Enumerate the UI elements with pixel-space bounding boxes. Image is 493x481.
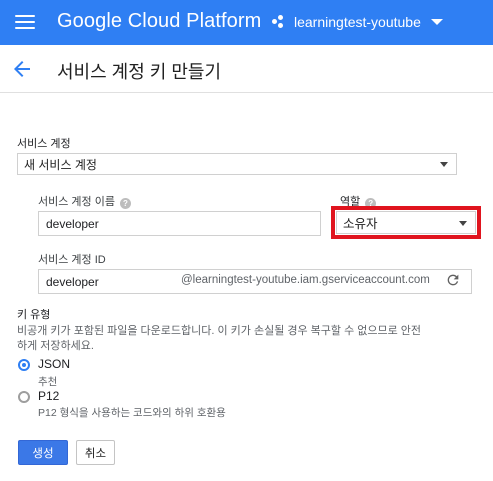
product-title[interactable]: Google Cloud Platform (57, 10, 261, 33)
key-type-description-line2: 하게 저장하세요. (17, 340, 94, 352)
service-account-select[interactable]: 새 서비스 계정 (17, 153, 457, 175)
radio-json-label[interactable]: JSON (38, 357, 70, 371)
cancel-button[interactable]: 취소 (76, 440, 115, 465)
radio-json[interactable] (18, 359, 30, 371)
create-button[interactable]: 생성 (18, 440, 68, 465)
account-name-label: 서비스 계정 이름? (38, 193, 131, 209)
caret-down-icon (440, 162, 448, 167)
help-icon[interactable]: ? (119, 198, 131, 209)
refresh-icon[interactable] (445, 272, 461, 288)
account-name-label-text: 서비스 계정 이름 (38, 196, 115, 208)
account-name-input[interactable]: developer (38, 211, 321, 236)
account-name-value: developer (46, 216, 99, 231)
key-type-description-line1: 비공개 키가 포함된 파일을 다운로드합니다. 이 키가 손실될 경우 복구할 … (17, 325, 422, 337)
project-selector[interactable]: learningtest-youtube (272, 10, 443, 34)
radio-p12-sub: P12 형식을 사용하는 코드와의 하위 호환용 (38, 407, 226, 419)
hamburger-menu-icon[interactable] (15, 14, 35, 30)
service-account-label: 서비스 계정 (17, 138, 71, 150)
radio-p12-label[interactable]: P12 (38, 389, 59, 403)
top-app-bar: Google Cloud Platform learningtest-youtu… (0, 0, 493, 45)
page-title: 서비스 계정 키 만들기 (57, 62, 222, 82)
account-id-value: developer (46, 274, 99, 289)
service-account-selected: 새 서비스 계정 (24, 157, 97, 172)
role-highlight-box (331, 206, 481, 239)
arrow-back-icon[interactable] (10, 57, 34, 81)
account-id-label: 서비스 계정 ID (38, 254, 106, 266)
project-dots-icon (272, 15, 286, 29)
caret-down-icon (430, 19, 443, 25)
radio-p12[interactable] (18, 391, 30, 403)
radio-json-sub: 추천 (38, 376, 58, 388)
project-name: learningtest-youtube (294, 14, 421, 30)
key-type-label: 키 유형 (17, 309, 51, 321)
page-header: 서비스 계정 키 만들기 (0, 45, 493, 93)
account-id-suffix: @learningtest-youtube.iam.gserviceaccoun… (181, 274, 430, 286)
